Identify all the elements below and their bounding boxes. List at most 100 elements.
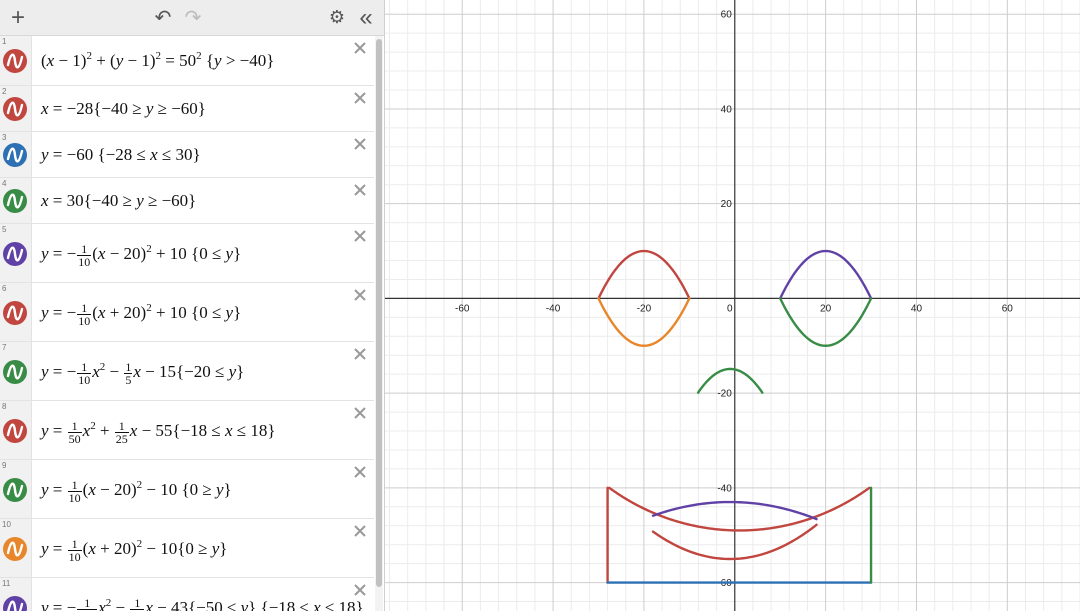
expression-row[interactable]: 8 y = 1 50 x2 + 1 25 x − 55{−18 ≤ x ≤ 18} — [0, 401, 374, 460]
graph-wave-icon[interactable] — [3, 189, 27, 213]
graph-canvas[interactable]: -60 -40 -20 0 20 40 60604020-20-40-60 — [370, 0, 1080, 611]
delete-expression-button[interactable] — [352, 582, 368, 598]
expression-row[interactable]: 2 x = −28{−40 ≥ y ≥ −60} — [0, 86, 374, 132]
graph-wave-icon[interactable] — [3, 596, 27, 611]
expression-math[interactable]: y = −1 10 x2 − 15x − 15{−20 ≤ y} — [41, 359, 244, 386]
expression-gutter: 3 — [0, 132, 32, 177]
close-icon — [354, 92, 366, 104]
expression-index: 3 — [2, 133, 7, 142]
expression-gutter: 9 — [0, 460, 32, 518]
expression-index: 6 — [2, 284, 7, 293]
expression-row[interactable]: 10 y = 1 10 (x + 20)2 − 10{0 ≥ y} — [0, 519, 374, 578]
expression-index: 5 — [2, 225, 7, 234]
delete-expression-button[interactable] — [352, 136, 368, 152]
graph-wave-icon[interactable] — [3, 360, 27, 384]
graph-wave-icon[interactable] — [3, 143, 27, 167]
close-icon — [354, 184, 366, 196]
delete-expression-button[interactable] — [352, 346, 368, 362]
redo-icon: ↷ — [184, 7, 202, 29]
expression-gutter: 1 — [0, 36, 32, 85]
graph-paper[interactable]: -60 -40 -20 0 20 40 60 60 40 20 -20 -40 -60 — [370, 0, 1080, 611]
x-tick-label: 40 — [911, 303, 923, 314]
graph-wave-icon[interactable] — [3, 301, 27, 325]
graph-wave-icon[interactable] — [3, 478, 27, 502]
expression-row[interactable]: 3 y = −60 {−28 ≤ x ≤ 30} — [0, 132, 374, 178]
delete-expression-button[interactable] — [352, 90, 368, 106]
graph-wave-icon[interactable] — [3, 49, 27, 73]
expression-math[interactable]: y = −1 10 (x − 20)2 + 10 {0 ≤ y} — [41, 241, 241, 268]
delete-expression-button[interactable] — [352, 228, 368, 244]
close-icon — [354, 407, 366, 419]
expression-math[interactable]: (x − 1)2 + (y − 1)2 = 502 {y > −40} — [41, 48, 274, 74]
delete-expression-button[interactable] — [352, 40, 368, 56]
collapse-panel-button[interactable]: « — [354, 0, 378, 35]
expression-index: 9 — [2, 461, 7, 470]
expression-gutter: 11 — [0, 578, 32, 611]
expression-gutter: 7 — [0, 342, 32, 400]
expression-row[interactable]: 7 y = −1 10 x2 − 15x − 15{−20 ≤ y} — [0, 342, 374, 401]
expression-gutter: 5 — [0, 224, 32, 282]
x-tick-label: 20 — [820, 303, 832, 314]
expression-gutter: 8 — [0, 401, 32, 459]
redo-button[interactable]: ↷ — [180, 0, 206, 35]
close-icon — [354, 42, 366, 54]
chevron-double-left-icon: « — [359, 3, 373, 31]
expression-panel: + ↶ ↷ ⚙ « 1 (x − 1)2 + (y − 1)2 = 502 {y … — [0, 0, 385, 611]
delete-expression-button[interactable] — [352, 464, 368, 480]
close-icon — [354, 289, 366, 301]
expression-index: 4 — [2, 179, 7, 188]
y-tick-label: -40 — [717, 483, 732, 494]
skull-circle-curve — [608, 486, 871, 532]
expression-row[interactable]: 1 (x − 1)2 + (y − 1)2 = 502 {y > −40} — [0, 36, 374, 86]
expression-row[interactable]: 6 y = −1 10 (x + 20)2 + 10 {0 ≤ y} — [0, 283, 374, 342]
expression-math[interactable]: y = −1100x2 − 150x − 43{−50 ≤ y} {−18 ≤ … — [41, 595, 364, 611]
expression-index: 7 — [2, 343, 7, 352]
delete-expression-button[interactable] — [352, 405, 368, 421]
expression-row[interactable]: 9 y = 1 10 (x − 20)2 − 10 {0 ≥ y} — [0, 460, 374, 519]
expression-row[interactable]: 11 y = −1100x2 − 150x − 43{−50 ≤ y} {−18 … — [0, 578, 374, 611]
expression-math[interactable]: y = −60 {−28 ≤ x ≤ 30} — [41, 142, 201, 168]
expression-gutter: 6 — [0, 283, 32, 341]
graph-wave-icon[interactable] — [3, 242, 27, 266]
close-icon — [354, 466, 366, 478]
expression-math[interactable]: y = 1 10 (x − 20)2 − 10 {0 ≥ y} — [41, 477, 232, 504]
expression-index: 11 — [2, 579, 11, 588]
undo-button[interactable]: ↶ — [150, 0, 176, 35]
x-tick-label: -20 — [637, 303, 652, 314]
expression-row[interactable]: 5 y = −1 10 (x − 20)2 + 10 {0 ≤ y} — [0, 224, 374, 283]
graph-wave-icon[interactable] — [3, 419, 27, 443]
y-tick-label: 40 — [721, 104, 733, 115]
expression-math[interactable]: y = 1 50 x2 + 1 25 x − 55{−18 ≤ x ≤ 18} — [41, 418, 276, 445]
expression-row[interactable]: 4 x = 30{−40 ≥ y ≥ −60} — [0, 178, 374, 224]
close-icon — [354, 525, 366, 537]
expression-index: 2 — [2, 87, 7, 96]
expression-index: 8 — [2, 402, 7, 411]
x-tick-label: 0 — [727, 303, 733, 314]
expression-toolbar: + ↶ ↷ ⚙ « — [0, 0, 384, 36]
x-tick-label: 60 — [1002, 303, 1014, 314]
close-icon — [354, 584, 366, 596]
graph-wave-icon[interactable] — [3, 97, 27, 121]
plus-icon: + — [10, 3, 25, 31]
expression-gutter: 2 — [0, 86, 32, 131]
add-expression-button[interactable]: + — [6, 0, 30, 35]
delete-expression-button[interactable] — [352, 287, 368, 303]
desmos-app: + ↶ ↷ ⚙ « 1 (x − 1)2 + (y − 1)2 = 502 {y … — [0, 0, 1080, 611]
expression-scrollbar[interactable] — [375, 36, 383, 611]
expression-list: 1 (x − 1)2 + (y − 1)2 = 502 {y > −40} 2 x =… — [0, 36, 374, 611]
scrollbar-thumb[interactable] — [376, 39, 382, 587]
undo-icon: ↶ — [154, 7, 172, 29]
expression-math[interactable]: x = −28{−40 ≥ y ≥ −60} — [41, 96, 206, 122]
expression-math[interactable]: x = 30{−40 ≥ y ≥ −60} — [41, 188, 196, 214]
gear-icon: ⚙ — [328, 7, 346, 27]
expression-math[interactable]: y = 1 10 (x + 20)2 − 10{0 ≥ y} — [41, 536, 227, 563]
close-icon — [354, 138, 366, 150]
delete-expression-button[interactable] — [352, 523, 368, 539]
expression-index: 10 — [2, 520, 11, 529]
settings-button[interactable]: ⚙ — [326, 0, 348, 35]
graph-wave-icon[interactable] — [3, 537, 27, 561]
expression-index: 1 — [2, 37, 7, 46]
delete-expression-button[interactable] — [352, 182, 368, 198]
expression-math[interactable]: y = −1 10 (x + 20)2 + 10 {0 ≤ y} — [41, 300, 241, 327]
close-icon — [354, 348, 366, 360]
